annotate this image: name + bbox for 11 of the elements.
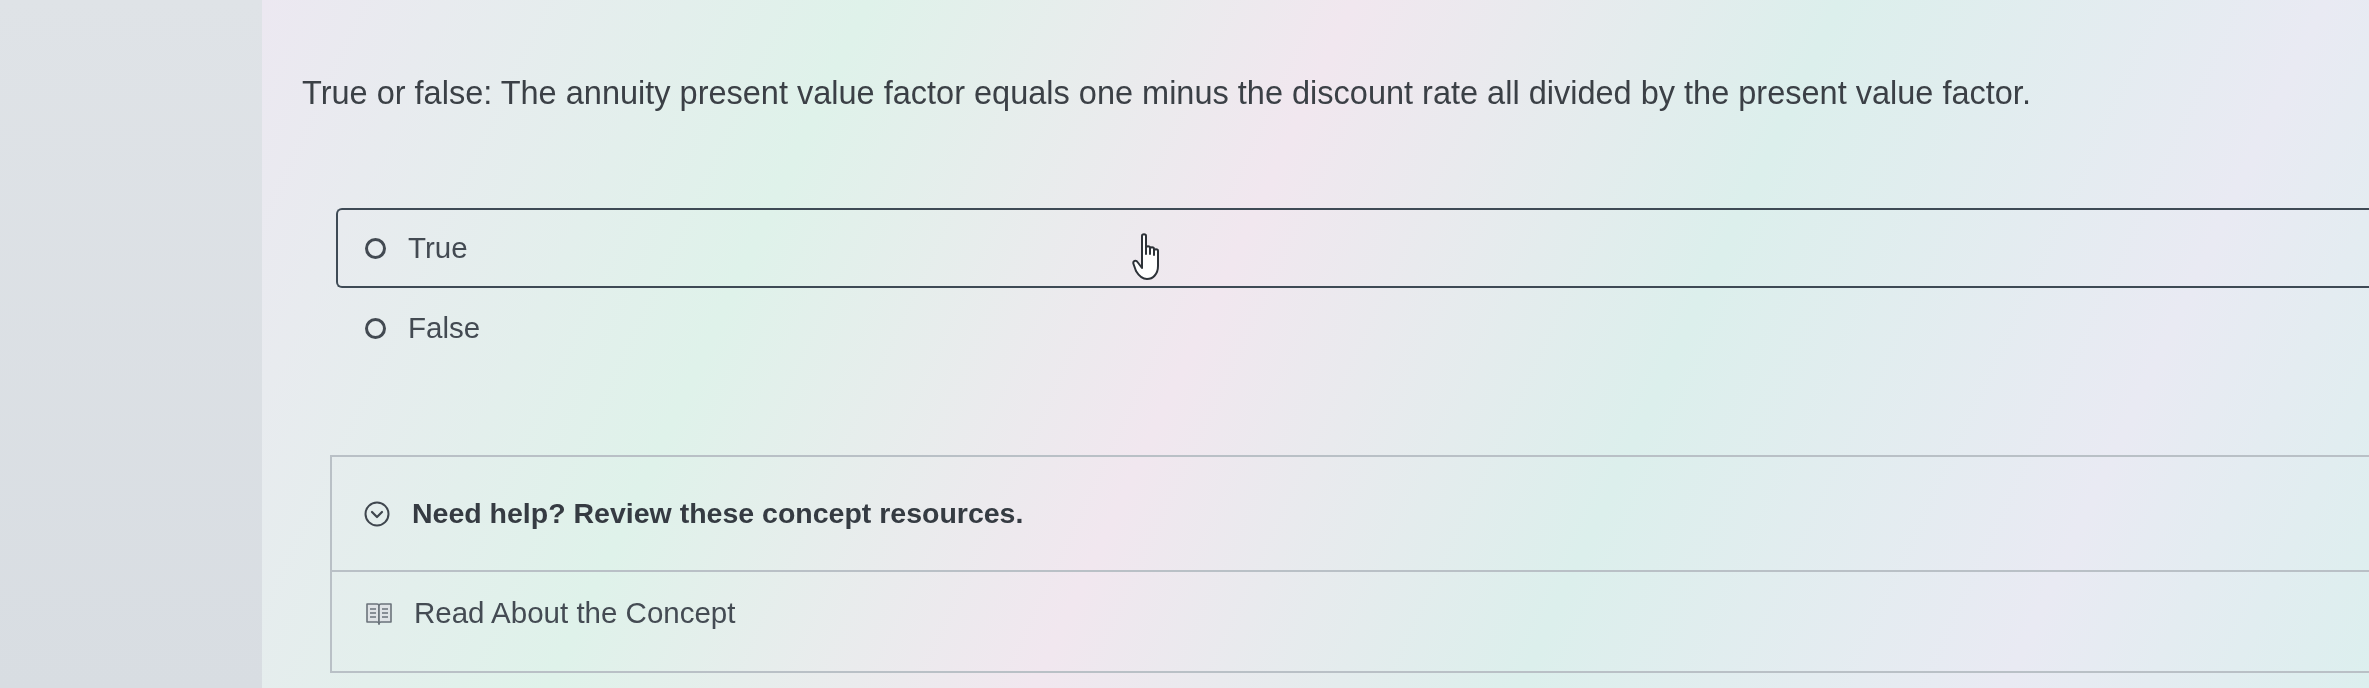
concept-link[interactable]: Read About the Concept — [414, 595, 736, 630]
book-icon — [366, 600, 392, 625]
radio-button[interactable] — [365, 237, 386, 259]
option-label: True — [408, 231, 468, 265]
answer-option[interactable]: False — [336, 288, 2369, 368]
answer-option[interactable]: True — [336, 208, 2369, 288]
help-toggle[interactable]: Need help? Review these concept resources. — [412, 497, 1024, 530]
question-text: True or false: The annuity present value factor equals one minus the discount rate all divided by the present value factor. — [302, 74, 2031, 113]
chevron-circle-icon[interactable] — [364, 500, 390, 527]
option-label: False — [408, 311, 481, 345]
radio-button[interactable] — [365, 317, 386, 339]
